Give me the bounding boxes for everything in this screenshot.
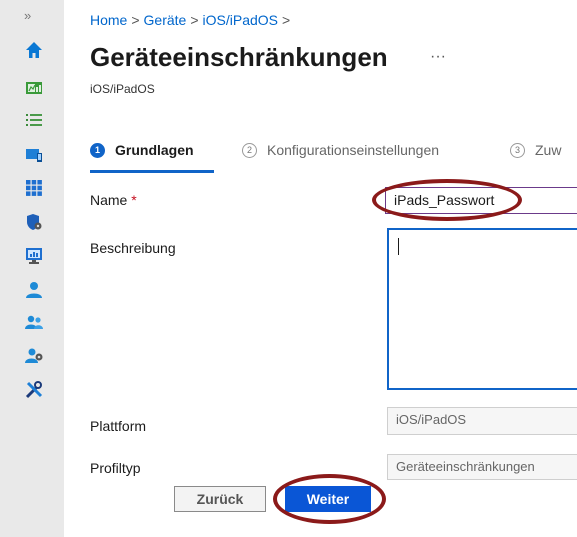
step-configuration-settings[interactable]: 2 Konfigurationseinstellungen bbox=[242, 142, 439, 158]
reports-icon[interactable] bbox=[24, 246, 44, 266]
dashboard-icon[interactable] bbox=[24, 78, 44, 98]
tenant-admin-icon[interactable] bbox=[24, 345, 44, 365]
profile-type-field: Geräteeinschränkungen bbox=[387, 454, 577, 480]
page-title: Geräteeinschränkungen bbox=[90, 42, 388, 72]
breadcrumb-devices[interactable]: Geräte bbox=[144, 12, 187, 28]
left-nav-sidebar: » bbox=[0, 0, 64, 537]
users-icon[interactable] bbox=[24, 280, 44, 300]
active-step-indicator bbox=[90, 170, 214, 173]
platform-value: iOS/iPadOS bbox=[396, 412, 467, 427]
platform-label: Plattform bbox=[90, 418, 147, 434]
step-number: 1 bbox=[90, 142, 105, 158]
endpoint-security-icon[interactable] bbox=[24, 212, 44, 232]
apps-icon[interactable] bbox=[24, 178, 44, 198]
profile-type-value: Geräteeinschränkungen bbox=[396, 459, 535, 474]
expand-sidebar-icon[interactable]: » bbox=[24, 8, 31, 23]
profile-type-label: Profiltyp bbox=[90, 460, 141, 476]
description-label: Beschreibung bbox=[90, 240, 176, 256]
breadcrumb-separator: > bbox=[190, 12, 199, 28]
list-icon[interactable] bbox=[24, 110, 44, 130]
troubleshooting-icon[interactable] bbox=[24, 380, 44, 400]
step-assignments[interactable]: 3 Zuw bbox=[510, 142, 561, 158]
text-cursor bbox=[398, 238, 399, 255]
highlight-ellipse-next bbox=[273, 474, 386, 524]
back-button[interactable]: Zurück bbox=[174, 486, 266, 512]
home-icon[interactable] bbox=[24, 40, 44, 60]
step-label: Grundlagen bbox=[115, 142, 194, 158]
main-content: Home > Geräte > iOS/iPadOS > Geräteeinschränk… bbox=[64, 0, 577, 537]
platform-field: iOS/iPadOS bbox=[387, 407, 577, 435]
step-label: Konfigurationseinstellungen bbox=[267, 142, 440, 158]
devices-icon[interactable] bbox=[24, 145, 44, 165]
step-number: 2 bbox=[242, 142, 257, 158]
highlight-ellipse-name bbox=[372, 179, 522, 221]
step-number: 3 bbox=[510, 142, 525, 158]
breadcrumb-separator: > bbox=[131, 12, 140, 28]
breadcrumb-separator: > bbox=[282, 12, 291, 28]
step-label: Zuw bbox=[535, 142, 562, 158]
page-subtitle: iOS/iPadOS bbox=[90, 82, 155, 96]
more-options-icon[interactable]: ··· bbox=[430, 48, 446, 66]
groups-icon[interactable] bbox=[24, 312, 44, 332]
breadcrumb-ios[interactable]: iOS/iPadOS bbox=[203, 12, 278, 28]
description-textarea[interactable] bbox=[387, 228, 577, 390]
step-basics[interactable]: 1 Grundlagen bbox=[90, 142, 194, 158]
required-marker: * bbox=[131, 192, 137, 208]
breadcrumb: Home > Geräte > iOS/iPadOS > bbox=[90, 12, 294, 28]
breadcrumb-home[interactable]: Home bbox=[90, 12, 127, 28]
name-label: Name * bbox=[90, 192, 137, 208]
name-label-text: Name bbox=[90, 192, 128, 208]
